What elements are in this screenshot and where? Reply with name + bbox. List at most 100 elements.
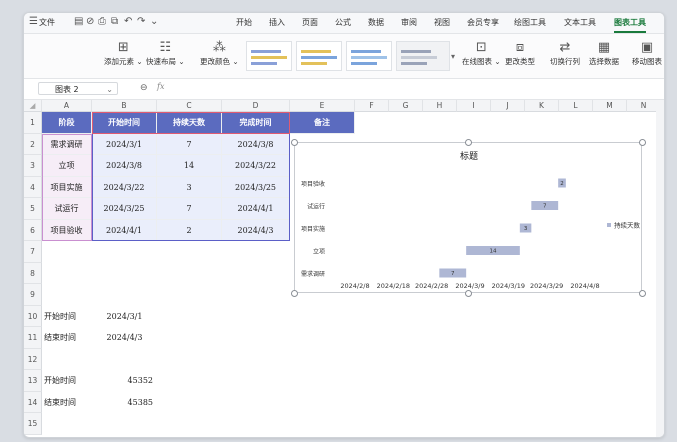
table-header-cell[interactable]: 备注 [290, 112, 355, 134]
table-cell[interactable]: 2024/3/22 [222, 155, 290, 177]
table-cell[interactable]: 需求调研 [42, 133, 92, 155]
value-cell[interactable]: 2024/4/3 [92, 327, 157, 349]
table-cell[interactable]: 2024/3/22 [92, 176, 157, 198]
table-header-cell[interactable]: 完成时间 [222, 112, 290, 134]
tab-data[interactable]: 数据 [368, 17, 384, 28]
tab-member[interactable]: 会员专享 [467, 17, 499, 28]
table-cell[interactable]: 2024/3/1 [92, 133, 157, 155]
table-cell[interactable]: 14 [157, 155, 222, 177]
table-cell[interactable]: 2024/3/25 [92, 198, 157, 220]
row-header-11[interactable]: 11 [24, 327, 42, 349]
select-all-corner[interactable]: ◢ [24, 100, 42, 112]
table-cell[interactable]: 立项 [42, 155, 92, 177]
table-cell[interactable]: 7 [157, 198, 222, 220]
tab-review[interactable]: 审阅 [401, 17, 417, 28]
column-header-g[interactable]: G [389, 100, 423, 112]
resize-handle[interactable] [465, 139, 472, 146]
column-header-b[interactable]: B [92, 100, 157, 112]
table-cell[interactable]: 2024/4/1 [222, 198, 290, 220]
resize-handle[interactable] [639, 139, 646, 146]
label-cell[interactable]: 开始时间 [42, 306, 92, 328]
column-header-e[interactable]: E [290, 100, 355, 112]
column-header-j[interactable]: J [491, 100, 525, 112]
zoom-icon[interactable]: ⊖ [140, 83, 148, 93]
vertical-scrollbar[interactable] [656, 100, 664, 437]
column-header-m[interactable]: M [593, 100, 627, 112]
column-header-i[interactable]: I [457, 100, 491, 112]
tab-chart-tools[interactable]: 图表工具 [614, 17, 646, 28]
online-chart-button[interactable]: ⊡ 在线图表 ⌄ [462, 40, 501, 67]
resize-handle[interactable] [639, 290, 646, 297]
row-header-13[interactable]: 13 [24, 370, 42, 392]
name-box[interactable]: 图表 2 ⌄ [38, 82, 118, 95]
tab-start[interactable]: 开始 [236, 17, 252, 28]
hamburger-icon[interactable]: ☰ [29, 16, 38, 27]
label-cell[interactable]: 结束时间 [42, 327, 92, 349]
row-header-15[interactable]: 15 [24, 413, 42, 435]
table-cell[interactable]: 2 [157, 219, 222, 241]
quick-layout-button[interactable]: ☷ 快速布局 ⌄ [146, 40, 185, 67]
menu-file[interactable]: 文件 [39, 17, 55, 28]
move-chart-button[interactable]: ▣ 移动图表 [632, 40, 662, 67]
tab-insert[interactable]: 插入 [269, 17, 285, 28]
table-cell[interactable]: 项目实施 [42, 176, 92, 198]
row-header-8[interactable]: 8 [24, 262, 42, 284]
table-header-cell[interactable]: 阶段 [42, 112, 92, 134]
row-header-5[interactable]: 5 [24, 198, 42, 220]
table-cell[interactable]: 2024/4/3 [222, 219, 290, 241]
row-header-7[interactable]: 7 [24, 241, 42, 263]
column-header-d[interactable]: D [222, 100, 290, 112]
chart-style-4[interactable] [396, 41, 450, 71]
label-cell[interactable]: 结束时间 [42, 392, 92, 414]
table-cell[interactable]: 2024/3/25 [222, 176, 290, 198]
resize-handle[interactable] [291, 290, 298, 297]
table-header-cell[interactable]: 开始时间 [92, 112, 157, 134]
chevron-down-icon[interactable]: ⌄ [106, 83, 113, 96]
row-header-10[interactable]: 10 [24, 305, 42, 327]
row-header-9[interactable]: 9 [24, 284, 42, 306]
add-element-button[interactable]: ⊞ 添加元素 ⌄ [104, 40, 143, 67]
table-cell[interactable]: 2024/3/8 [92, 155, 157, 177]
value-cell[interactable]: 45352 [92, 370, 157, 392]
undo-icon[interactable]: ↶ [124, 16, 132, 27]
value-cell[interactable]: 2024/3/1 [92, 306, 157, 328]
column-header-l[interactable]: L [559, 100, 593, 112]
link-icon[interactable]: ⊘ [86, 16, 94, 27]
row-header-12[interactable]: 12 [24, 348, 42, 370]
change-type-button[interactable]: ⧈ 更改类型 [505, 40, 535, 67]
change-color-button[interactable]: ⁂ 更改颜色 ⌄ [200, 40, 239, 67]
column-header-f[interactable]: F [355, 100, 389, 112]
styles-more-icon[interactable]: ▾ [451, 52, 455, 61]
label-cell[interactable]: 开始时间 [42, 370, 92, 392]
column-header-h[interactable]: H [423, 100, 457, 112]
column-header-k[interactable]: K [525, 100, 559, 112]
table-cell[interactable]: 试运行 [42, 198, 92, 220]
row-header-6[interactable]: 6 [24, 219, 42, 241]
print-icon[interactable]: ⎙ [98, 16, 106, 27]
chart-style-3[interactable] [346, 41, 392, 71]
resize-handle[interactable] [291, 139, 298, 146]
table-cell[interactable]: 项目验收 [42, 219, 92, 241]
chart-style-2[interactable] [296, 41, 342, 71]
chart-style-1[interactable] [246, 41, 292, 71]
tab-drawing-tools[interactable]: 绘图工具 [514, 17, 546, 28]
save-icon[interactable]: ▤ [74, 16, 83, 27]
table-cell[interactable]: 2024/3/8 [222, 133, 290, 155]
row-header-14[interactable]: 14 [24, 391, 42, 413]
tab-page[interactable]: 页面 [302, 17, 318, 28]
table-header-cell[interactable]: 持续天数 [157, 112, 222, 134]
column-header-a[interactable]: A [42, 100, 92, 112]
resize-handle[interactable] [465, 290, 472, 297]
tab-formula[interactable]: 公式 [335, 17, 351, 28]
value-cell[interactable]: 45385 [92, 392, 157, 414]
select-data-button[interactable]: ▦ 选择数据 [589, 40, 619, 67]
preview-icon[interactable]: ⧉ [111, 16, 118, 27]
gantt-chart[interactable]: 标题 项目验收 2 试运行 7 项目实施 3 立项 14 需求调研 7 2024/2/8 2024/2/… [291, 139, 646, 297]
row-header-2[interactable]: 2 [24, 133, 42, 155]
row-header-4[interactable]: 4 [24, 176, 42, 198]
table-cell[interactable]: 2024/4/1 [92, 219, 157, 241]
redo-icon[interactable]: ↷ [137, 16, 145, 27]
table-cell[interactable]: 7 [157, 133, 222, 155]
tab-text-tools[interactable]: 文本工具 [564, 17, 596, 28]
tab-view[interactable]: 视图 [434, 17, 450, 28]
